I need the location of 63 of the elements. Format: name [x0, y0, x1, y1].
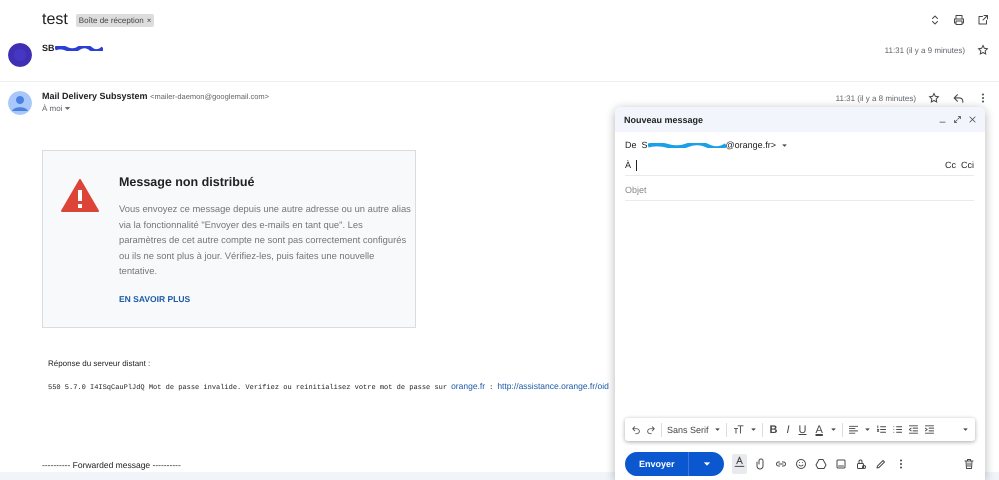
lock-clock-icon[interactable] [854, 458, 867, 470]
label-chip[interactable]: Boîte de réception × [76, 14, 154, 26]
drive-icon[interactable] [814, 458, 827, 470]
caret-icon[interactable] [702, 460, 711, 468]
redaction-scribble-icon [54, 46, 103, 52]
caret-icon[interactable] [830, 426, 837, 433]
caret-icon[interactable] [750, 426, 757, 433]
star-icon[interactable] [928, 92, 940, 104]
indent-more-icon[interactable] [924, 424, 935, 435]
avatar [8, 43, 32, 67]
send-button[interactable]: Envoyer [625, 452, 724, 476]
forwarded-message-divider: ---------- Forwarded message ---------- [42, 460, 181, 470]
learn-more-link[interactable]: EN SAVOIR PLUS [119, 294, 190, 304]
align-icon[interactable] [848, 424, 859, 435]
sender-name: SB [42, 43, 55, 53]
domain-link[interactable]: orange.fr [451, 381, 486, 391]
numbered-list-icon[interactable] [876, 424, 887, 435]
open-new-window-icon[interactable] [977, 14, 989, 26]
avatar [8, 91, 32, 115]
from-address[interactable]: S @orange.fr> [642, 140, 776, 150]
close-icon[interactable] [968, 115, 977, 124]
server-response-label: Réponse du serveur distant : [48, 359, 152, 368]
bold-button[interactable]: B [768, 424, 780, 436]
compose-title: Nouveau message [624, 114, 704, 124]
redaction-scribble-icon [648, 142, 726, 148]
caret-icon[interactable] [780, 142, 788, 148]
warning-icon [61, 179, 99, 213]
emoji-icon[interactable] [794, 458, 807, 470]
caret-icon[interactable] [864, 426, 871, 433]
cc-link[interactable]: Cc [945, 160, 956, 170]
message-time: 11:31 (il y a 8 minutes) [836, 94, 916, 102]
star-icon[interactable] [977, 44, 989, 56]
assistance-link[interactable]: http://assistance.orange.fr/oid [497, 381, 609, 391]
bounce-message: Vous envoyez ce message depuis une autre adresse ou un autre alias via la fonctionnalité "Envoyer des e-mails en tant que". Les paramètres de cet autre compte ne sont pas correctement configurés ou ils ne sont plus à jour. Vérifiez-les, puis faites une nouvelle tentative. [119, 202, 411, 278]
bounce-title: Message non distribué [119, 175, 256, 189]
undo-icon[interactable] [631, 424, 641, 434]
redo-icon[interactable] [646, 424, 656, 434]
recipient-label[interactable]: À moi [42, 104, 62, 113]
caret-icon[interactable] [64, 105, 72, 112]
color-button[interactable]: A [814, 424, 825, 436]
trash-icon[interactable] [963, 458, 975, 470]
indent-less-icon[interactable] [908, 424, 919, 435]
bcc-link[interactable]: Cci [961, 160, 974, 170]
from-label: De [625, 140, 637, 150]
sender-name: Mail Delivery Subsystem [42, 91, 148, 101]
to-label: À [625, 160, 632, 170]
pen-icon[interactable] [874, 458, 887, 470]
email-subject: test [42, 11, 68, 29]
caret-icon[interactable] [714, 426, 721, 433]
message-time: 11:31 (il y a 9 minutes) [884, 46, 965, 54]
expand-collapse-icon[interactable] [929, 14, 941, 26]
image-icon[interactable] [834, 458, 847, 470]
text-format-icon[interactable] [732, 455, 746, 468]
fullscreen-icon[interactable] [953, 115, 962, 124]
text-size-icon[interactable] [732, 424, 745, 435]
reply-icon[interactable] [952, 92, 965, 104]
caret-icon[interactable] [962, 426, 969, 433]
subject-field[interactable]: Objet [625, 181, 647, 195]
font-select[interactable]: Sans Serif [667, 424, 709, 434]
underline-button[interactable]: U [796, 424, 808, 436]
bulleted-list-icon[interactable] [892, 424, 903, 435]
print-icon[interactable] [953, 14, 965, 26]
italic-button[interactable]: I [784, 424, 792, 436]
